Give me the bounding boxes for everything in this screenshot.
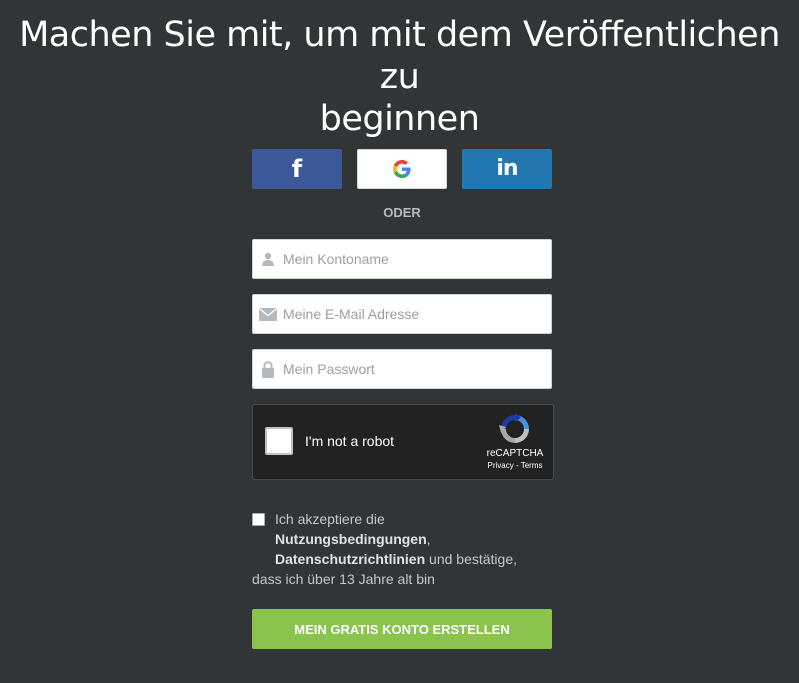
password-field[interactable] xyxy=(252,349,552,389)
envelope-icon xyxy=(253,295,283,333)
terms-comma: , xyxy=(426,531,431,547)
create-account-button[interactable]: MEIN GRATIS KONTO ERSTELLEN xyxy=(252,609,552,649)
page-title-line-2: beginnen xyxy=(319,99,480,139)
google-icon xyxy=(393,160,411,178)
recaptcha-label: I'm not a robot xyxy=(305,433,395,449)
recaptcha-terms-link[interactable]: Terms xyxy=(521,461,543,470)
facebook-icon: f xyxy=(291,155,303,183)
email-input[interactable] xyxy=(283,296,543,332)
terms-agreement: Ich akzeptiere die Nutzungsbedingungen, … xyxy=(252,509,552,589)
recaptcha-checkbox[interactable] xyxy=(265,427,293,455)
terms-line-2: Nutzungsbedingungen, xyxy=(252,529,552,549)
facebook-login-button[interactable]: f xyxy=(252,149,342,189)
username-field[interactable] xyxy=(252,239,552,279)
google-login-button[interactable] xyxy=(357,149,447,189)
privacy-policy-link[interactable]: Datenschutzrichtlinien xyxy=(275,551,425,567)
page-title-line-1: Machen Sie mit, um mit dem Veröffentlich… xyxy=(19,15,780,97)
recaptcha-brand: reCAPTCHA xyxy=(486,448,544,459)
terms-text-mid: und bestätige, xyxy=(425,551,517,567)
recaptcha-links-separator: - xyxy=(513,461,521,470)
user-icon xyxy=(253,240,283,278)
username-input[interactable] xyxy=(283,241,543,277)
password-input[interactable] xyxy=(283,351,543,387)
email-field[interactable] xyxy=(252,294,552,334)
recaptcha-links: Privacy - Terms xyxy=(475,461,555,470)
or-divider: ODER xyxy=(383,205,421,220)
recaptcha-logo-icon xyxy=(499,413,529,443)
terms-line-3: Datenschutzrichtlinien und bestätige, xyxy=(252,549,552,569)
recaptcha-widget: I'm not a robot reCAPTCHA Privacy - Term… xyxy=(252,404,554,480)
linkedin-login-button[interactable]: in xyxy=(462,149,552,189)
recaptcha-privacy-link[interactable]: Privacy xyxy=(488,461,514,470)
page-title: Machen Sie mit, um mit dem Veröffentlich… xyxy=(0,14,799,140)
lock-icon xyxy=(253,350,283,388)
terms-text-suffix: dass ich über 13 Jahre alt bin xyxy=(252,571,435,587)
terms-checkbox[interactable] xyxy=(252,513,265,526)
terms-of-use-link[interactable]: Nutzungsbedingungen xyxy=(275,531,427,547)
signup-page: Machen Sie mit, um mit dem Veröffentlich… xyxy=(0,0,799,683)
terms-text-prefix: Ich akzeptiere die xyxy=(275,511,385,527)
linkedin-icon: in xyxy=(496,156,518,181)
